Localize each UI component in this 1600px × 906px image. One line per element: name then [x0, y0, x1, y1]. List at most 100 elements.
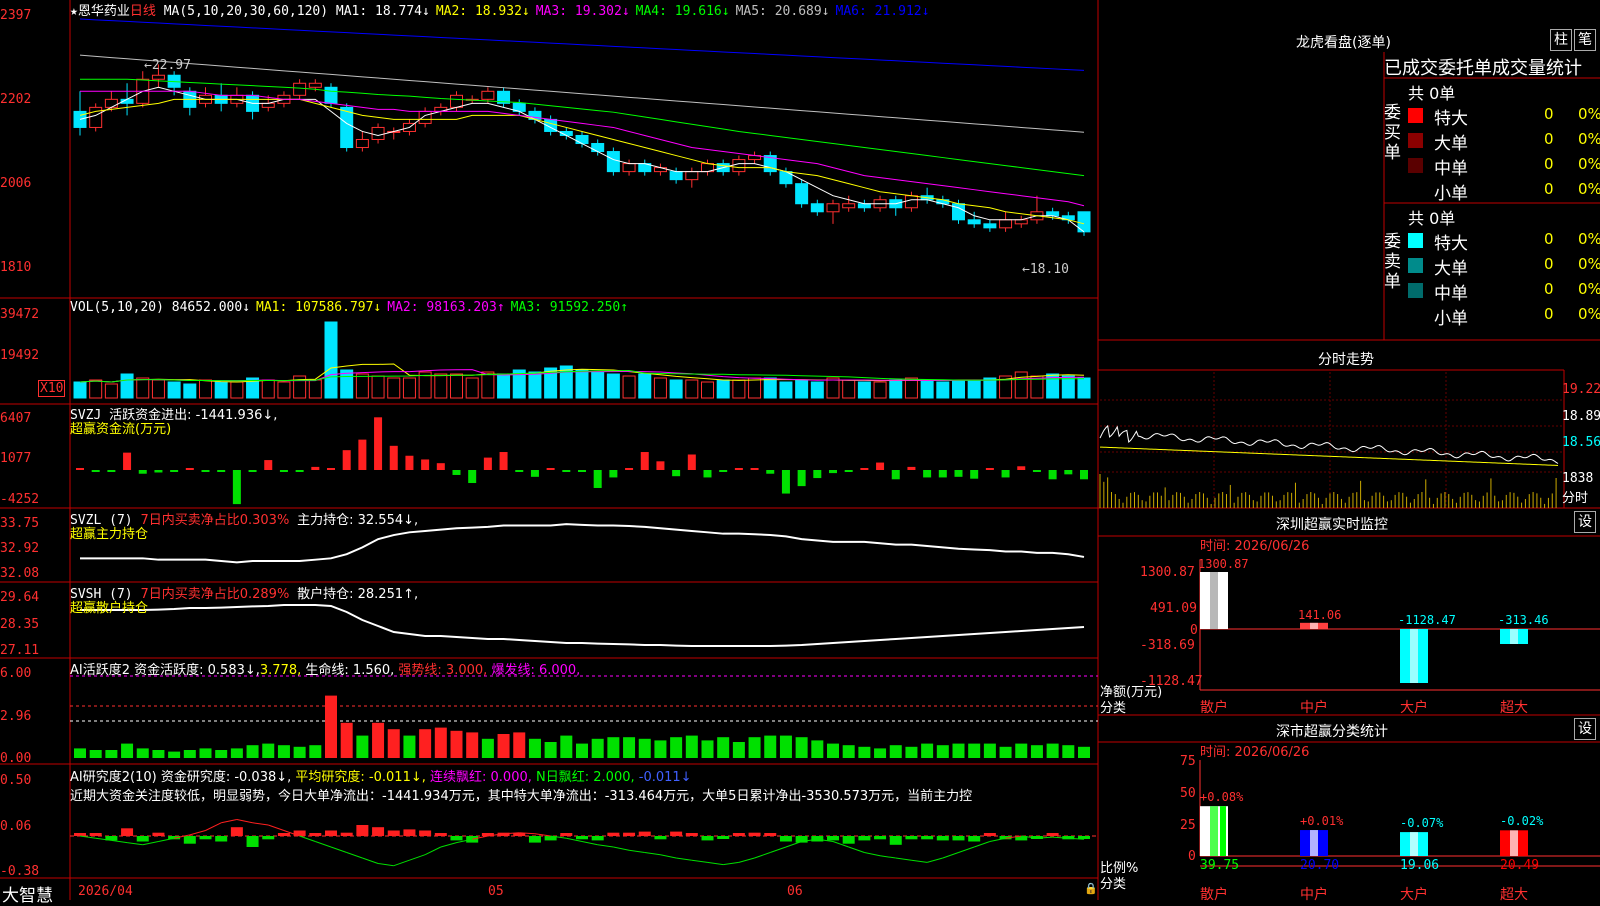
ma-label-4: MA4: 19.616↓: [635, 4, 730, 19]
ai-active-bar: [246, 745, 259, 758]
svzj-bar: [923, 470, 932, 478]
ai-active-bar: [497, 734, 510, 758]
ai-research-line-seg: [738, 857, 755, 863]
candle: [606, 147, 620, 176]
svzj-bar: [672, 470, 681, 477]
ai-active-bar: [748, 737, 761, 758]
svsh-y-tick-2: 27.11: [0, 643, 40, 658]
ai-research-line-seg: [785, 841, 802, 848]
ai-active-bar: [199, 748, 212, 758]
ai-research-line-seg: [393, 859, 410, 867]
candle: [638, 159, 652, 176]
ai-research-summary: 近期大资金关注度较低，明显弱势，今日大单净流出：-1441.934万元，其中特大…: [70, 789, 973, 804]
ai-active-bars: [74, 695, 1090, 758]
ai-research-bar: [419, 830, 432, 836]
volume-bar: [622, 375, 636, 399]
buy-order-name: 特大: [1434, 109, 1468, 129]
star-icon[interactable]: ★: [70, 4, 78, 19]
svsh-subtitle: 超赢散户持仓: [70, 601, 149, 616]
sell-order-row: 中单 0 0%: [1408, 279, 1600, 304]
ai-active-bar: [419, 729, 432, 758]
szc-category-label: 超大: [1500, 887, 1528, 903]
sell-order-swatch: [1408, 308, 1423, 323]
ai-active-bar: [105, 750, 118, 758]
svsh-holding: 散户持仓: 28.251↑,: [297, 587, 419, 602]
ai-research-bar: [654, 836, 667, 840]
ai-research-bar: [827, 836, 839, 841]
svzj-bar: [797, 470, 806, 487]
buy-order-pct: 0%: [1578, 105, 1600, 123]
szc-category-label: 散户: [1200, 887, 1228, 903]
ai-research-line-seg: [613, 846, 630, 851]
lock-icon[interactable]: 🔒: [1084, 882, 1098, 895]
tick-mode-button[interactable]: 笔: [1574, 29, 1596, 51]
ai-research-title: AI研究度2(10): [70, 770, 157, 785]
sell-total: 共 0单: [1408, 209, 1456, 228]
ai-research-line-seg: [660, 854, 677, 859]
volume-bar: [779, 381, 793, 399]
volume-group: [73, 321, 1091, 399]
szm-value-label: 1300.87: [1198, 557, 1249, 571]
ma-label-5: MA5: 20.689↓: [735, 4, 830, 19]
ai-research-line-seg: [676, 857, 692, 861]
vol-title: VOL(5,10,20): [70, 300, 164, 315]
ai-active-bar: [1015, 743, 1028, 758]
candle-body: [418, 110, 432, 124]
ai-research-line-seg: [974, 841, 991, 848]
svzj-bar: [374, 417, 383, 470]
ai-active-bar: [591, 738, 604, 758]
svzj-bar: [750, 468, 759, 470]
ai-research-bar: [905, 836, 918, 840]
main-header: ★恩华药业日线 MA(5,10,20,30,60,120) MA1: 18.77…: [70, 0, 935, 19]
candle: [920, 187, 934, 204]
volume-bar: [952, 379, 965, 399]
szc-value-label: 20.70: [1300, 858, 1340, 873]
ai-active-bar: [968, 743, 981, 758]
volume-bar: [340, 369, 354, 399]
period-label[interactable]: 日线: [130, 4, 156, 19]
szc-value-label: 20.49: [1500, 858, 1540, 873]
ai-research-bar: [623, 832, 636, 836]
sz-class-settings-button[interactable]: 设: [1574, 718, 1596, 740]
ai-research-avg: 平均研究度: -0.011↓,: [295, 770, 426, 785]
szc-value-label: 39.75: [1200, 858, 1240, 873]
buy-order-name: 大单: [1434, 134, 1468, 154]
sz-monitor-settings-button[interactable]: 设: [1574, 511, 1596, 533]
chart-canvas[interactable]: [0, 0, 1600, 900]
ma-header: MA(5,10,20,30,60,120): [163, 4, 329, 19]
ai-research-line-seg: [330, 846, 347, 853]
buy-order-pct: 0%: [1578, 155, 1600, 173]
ai-research-bar: [199, 836, 212, 840]
ai-research-value5: -0.011↓: [638, 770, 692, 785]
main-y-tick-2: 2006: [0, 176, 32, 191]
ai-research-bar: [387, 830, 400, 836]
ai-research-bar: [340, 832, 353, 836]
szc-bar-highlight: [1310, 830, 1318, 856]
svzj-bar: [452, 470, 461, 475]
ai-active-bar: [136, 748, 149, 758]
candle-body: [952, 203, 965, 221]
candle: [842, 195, 856, 212]
candle: [669, 167, 683, 184]
svzj-bar: [295, 470, 304, 472]
svzl-y-tick-0: 33.75: [0, 516, 40, 531]
candle: [1061, 211, 1075, 224]
ai-research-bar: [685, 833, 698, 836]
sell-order-pct: 0%: [1578, 305, 1600, 323]
buy-order-count: 0: [1544, 130, 1554, 148]
ai-research-line-seg: [926, 857, 943, 863]
candle-body: [904, 195, 918, 209]
svzj-bar: [248, 470, 257, 472]
bar-mode-button[interactable]: 柱: [1550, 29, 1572, 51]
ai-research-bar: [121, 828, 134, 836]
ai-research-line-seg: [142, 841, 159, 846]
candle-body: [983, 223, 997, 229]
vol-unit-button[interactable]: X10: [38, 380, 66, 397]
szc-value-label: 19.06: [1400, 858, 1440, 873]
ai-research-bar: [356, 825, 369, 836]
szc-category-label: 中户: [1300, 887, 1328, 903]
candle-body: [810, 203, 824, 213]
high-price-marker: ←22.97: [144, 58, 191, 73]
candle: [434, 103, 448, 116]
svzl-net-ratio: 7日内买卖净占比0.303%: [140, 513, 290, 528]
